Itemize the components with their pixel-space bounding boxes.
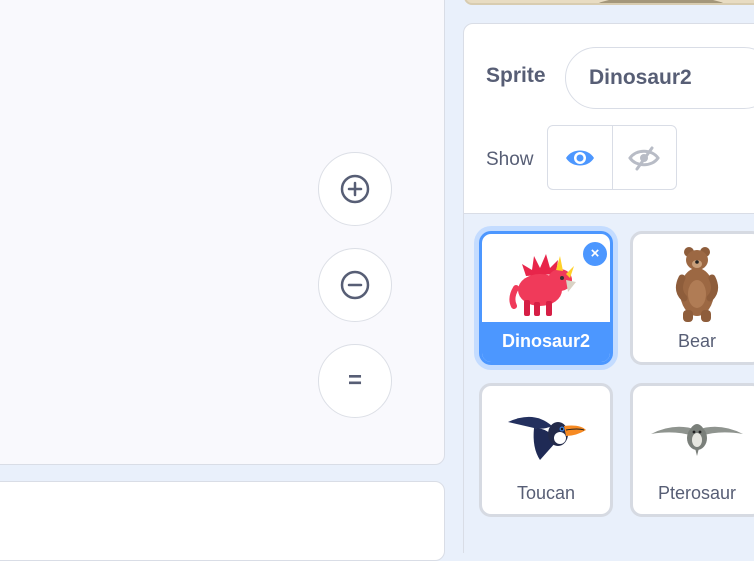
show-toggle-group <box>547 125 677 190</box>
show-hidden-button[interactable] <box>611 126 677 189</box>
zoom-out-button[interactable] <box>318 248 392 322</box>
zoom-out-icon <box>340 270 370 300</box>
pterosaur-icon <box>633 394 754 478</box>
sprite-tile-name: Pterosaur <box>657 483 737 503</box>
sprite-tile-name: Bear <box>677 331 717 351</box>
eye-icon <box>565 150 594 165</box>
sprite-tile-pterosaur[interactable]: Pterosaur <box>630 383 754 517</box>
sprite-tile-name: Dinosaur2 <box>501 331 591 351</box>
zoom-in-icon <box>340 174 370 204</box>
zoom-reset-button[interactable]: = <box>318 344 392 418</box>
toucan-icon <box>482 394 610 478</box>
stage-preview[interactable] <box>464 0 754 5</box>
equals-icon: = <box>347 367 362 394</box>
show-label: Show <box>486 149 534 170</box>
sprite-tile-bear[interactable]: Bear <box>630 231 754 365</box>
delete-sprite-button[interactable]: × <box>582 241 608 267</box>
sprite-label: Sprite <box>486 64 546 87</box>
sprite-tile-dinosaur2[interactable]: × Dinosaur2 <box>479 231 613 365</box>
zoom-in-button[interactable] <box>318 152 392 226</box>
show-visible-button[interactable] <box>548 126 612 189</box>
sprite-name-input[interactable] <box>565 47 754 109</box>
bottom-panel <box>0 481 445 561</box>
eye-slash-icon <box>628 146 661 170</box>
sprite-tile-toucan[interactable]: Toucan <box>479 383 613 517</box>
bear-icon <box>633 242 754 326</box>
sprite-tile-name: Toucan <box>516 483 576 503</box>
